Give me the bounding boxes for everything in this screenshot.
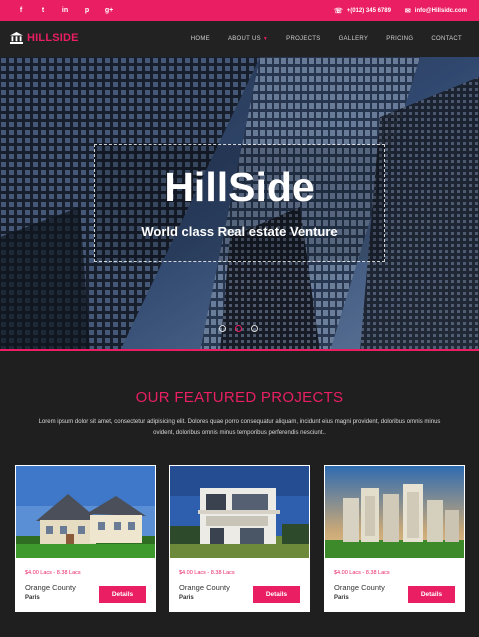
- apartments-image[interactable]: [325, 466, 464, 558]
- nav-item-about[interactable]: ABOUT US ▼: [219, 36, 277, 42]
- project-card: $4.00 Lacs - 8.38 Lacs Orange County Par…: [324, 465, 465, 612]
- price-range: $4.00 Lacs - 8.38 Lacs: [334, 570, 390, 576]
- social-links: f t in p g+: [10, 7, 120, 14]
- slider-dot-1[interactable]: [219, 325, 226, 332]
- price-range: $4.00 Lacs - 8.38 Lacs: [25, 570, 81, 576]
- top-bar: f t in p g+ ☏ +(012) 345 6789 ✉ info@Hil…: [0, 0, 479, 21]
- email-contact[interactable]: ✉ info@Hillsidc.com: [405, 7, 467, 15]
- contact-info: ☏ +(012) 345 6789 ✉ info@Hillsidc.com: [334, 0, 467, 21]
- nav-item-contact[interactable]: CONTACT: [422, 36, 471, 42]
- caret-down-icon: ▼: [262, 36, 269, 42]
- twitter-icon[interactable]: t: [32, 7, 54, 14]
- phone-number: +(012) 345 6789: [346, 7, 391, 14]
- logo-text: HILLSIDE: [27, 32, 79, 44]
- project-cards: $4.00 Lacs - 8.38 Lacs Orange County Par…: [0, 465, 479, 613]
- logo[interactable]: HILLSIDE: [10, 32, 79, 44]
- price-range: $4.00 Lacs - 8.38 Lacs: [179, 570, 235, 576]
- project-name: Orange County: [179, 583, 230, 592]
- nav-item-pricing[interactable]: PRICING: [377, 36, 422, 42]
- hero-divider: [0, 349, 479, 351]
- project-city: Paris: [334, 595, 349, 601]
- slider-dot-3[interactable]: [251, 325, 258, 332]
- details-button[interactable]: Details: [408, 586, 455, 603]
- nav-item-about-label: ABOUT US: [227, 36, 261, 42]
- google-plus-icon[interactable]: g+: [98, 7, 120, 14]
- bank-icon: [10, 32, 23, 44]
- facebook-icon[interactable]: f: [10, 7, 32, 14]
- linkedin-icon[interactable]: in: [54, 7, 76, 14]
- project-city: Paris: [25, 595, 40, 601]
- featured-description: Lorem ipsum dolor sit amet, consectetur …: [38, 419, 441, 436]
- phone-contact[interactable]: ☏ +(012) 345 6789: [334, 7, 391, 15]
- slider-pagination: [219, 325, 258, 332]
- villa-image[interactable]: [170, 466, 309, 558]
- house-image[interactable]: [16, 466, 155, 558]
- project-city: Paris: [179, 595, 194, 601]
- project-name: Orange County: [334, 583, 385, 592]
- project-card: $4.00 Lacs - 8.38 Lacs Orange County Par…: [15, 465, 156, 612]
- nav-item-home[interactable]: HOME: [182, 36, 219, 42]
- nav-menu: HOME ABOUT US ▼ PROJECTS GALLERY PRICING …: [182, 21, 471, 57]
- project-name: Orange County: [25, 583, 76, 592]
- featured-title: OUR FEATURED PROJECTS: [135, 389, 344, 406]
- nav-item-gallery[interactable]: GALLERY: [330, 36, 378, 42]
- hero-title: HillSide: [164, 164, 315, 210]
- hero-subtitle: World class Real estate Venture: [141, 224, 338, 239]
- envelope-icon: ✉: [404, 7, 411, 15]
- pinterest-icon[interactable]: p: [76, 7, 98, 14]
- email-address: info@Hillsidc.com: [414, 7, 467, 14]
- project-card: $4.00 Lacs - 8.38 Lacs Orange County Par…: [169, 465, 310, 612]
- details-button[interactable]: Details: [253, 586, 300, 603]
- hero-slider: HillSide World class Real estate Venture: [0, 57, 479, 351]
- phone-icon: ☏: [333, 7, 343, 15]
- details-button[interactable]: Details: [99, 586, 146, 603]
- nav-item-projects[interactable]: PROJECTS: [277, 36, 329, 42]
- main-navbar: HILLSIDE HOME ABOUT US ▼ PROJECTS GALLERY…: [0, 21, 479, 57]
- slider-dot-2[interactable]: [235, 325, 242, 332]
